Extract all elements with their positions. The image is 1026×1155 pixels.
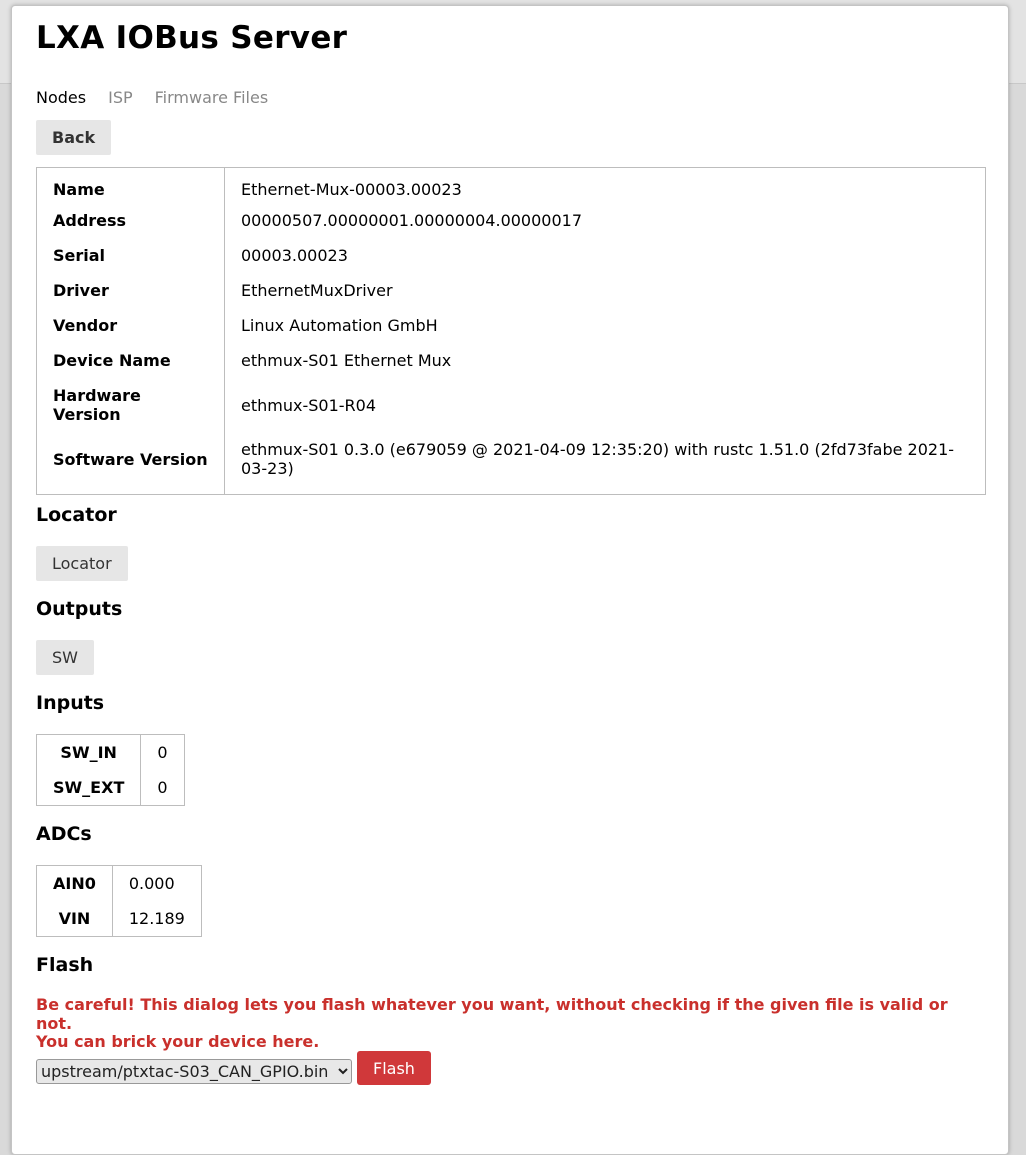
server-panel: LXA IOBus Server Nodes ISP Firmware File…	[11, 5, 1009, 1155]
flash-warning-line1: Be careful! This dialog lets you flash w…	[36, 995, 948, 1033]
table-row: VIN 12.189	[36, 901, 202, 937]
adc-key: AIN0	[36, 865, 113, 901]
firmware-file-select[interactable]: upstream/ptxtac-S03_CAN_GPIO.bin	[36, 1059, 352, 1084]
table-row: Serial 00003.00023	[36, 238, 986, 273]
info-value: Linux Automation GmbH	[241, 316, 438, 335]
flash-warning-line2: You can brick your device here.	[36, 1032, 320, 1051]
info-key: Name	[36, 167, 225, 203]
info-value: ethmux-S01-R04	[241, 395, 376, 415]
outputs-heading: Outputs	[36, 598, 123, 620]
input-value: 0	[157, 743, 168, 762]
flash-heading: Flash	[36, 954, 94, 976]
table-row: SW_EXT 0	[36, 770, 185, 806]
locator-heading: Locator	[36, 504, 117, 526]
adc-value: 0.000	[128, 874, 175, 893]
locator-button[interactable]: Locator	[36, 546, 128, 581]
tab-isp[interactable]: ISP	[108, 88, 133, 107]
sw-output-button[interactable]: SW	[36, 640, 94, 675]
table-row: Software Version ethmux-S01 0.3.0 (e6790…	[36, 432, 986, 495]
adc-key: VIN	[36, 901, 113, 937]
table-row: Hardware Version ethmux-S01-R04	[36, 378, 986, 432]
info-key: Vendor	[36, 308, 225, 343]
info-value: Ethernet-Mux-00003.00023	[241, 180, 462, 199]
table-row: Name Ethernet-Mux-00003.00023	[36, 167, 986, 203]
tab-firmware-files[interactable]: Firmware Files	[155, 88, 269, 107]
flash-button[interactable]: Flash	[357, 1051, 431, 1085]
tab-nodes[interactable]: Nodes	[36, 88, 86, 107]
inputs-heading: Inputs	[36, 692, 105, 714]
table-row: SW_IN 0	[36, 734, 185, 770]
info-key: Address	[36, 203, 225, 238]
flash-warning: Be careful! This dialog lets you flash w…	[36, 995, 986, 1052]
table-row: Device Name ethmux-S01 Ethernet Mux	[36, 343, 986, 378]
input-key: SW_EXT	[36, 770, 142, 806]
info-key: Serial	[36, 238, 225, 273]
info-key: Device Name	[36, 343, 225, 378]
input-value: 0	[157, 778, 168, 797]
node-info-table: Name Ethernet-Mux-00003.00023 Address 00…	[36, 167, 986, 495]
info-value: 00000507.00000001.00000004.00000017	[241, 211, 583, 230]
info-value: ethmux-S01 0.3.0 (e679059 @ 2021-04-09 1…	[241, 440, 955, 478]
info-key: Hardware Version	[36, 378, 225, 432]
info-value: 00003.00023	[241, 246, 348, 265]
adc-value: 12.189	[128, 909, 185, 928]
page-title: LXA IOBus Server	[36, 20, 348, 56]
info-key: Driver	[36, 273, 225, 308]
info-value: EthernetMuxDriver	[241, 281, 393, 300]
info-key: Software Version	[36, 432, 225, 495]
table-row: Driver EthernetMuxDriver	[36, 273, 986, 308]
table-row: Vendor Linux Automation GmbH	[36, 308, 986, 343]
back-button[interactable]: Back	[36, 120, 112, 155]
inputs-table: SW_IN 0 SW_EXT 0	[36, 734, 185, 806]
nav-tabs: Nodes ISP Firmware Files	[36, 88, 290, 107]
table-row: Address 00000507.00000001.00000004.00000…	[36, 203, 986, 238]
adcs-table: AIN0 0.000 VIN 12.189	[36, 865, 202, 937]
info-value: ethmux-S01 Ethernet Mux	[241, 351, 452, 370]
input-key: SW_IN	[36, 734, 142, 770]
adcs-heading: ADCs	[36, 823, 92, 845]
table-row: AIN0 0.000	[36, 865, 202, 901]
